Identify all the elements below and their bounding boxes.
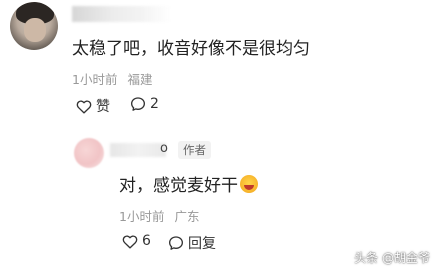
- comment-time: 1小时前: [72, 72, 118, 87]
- reply-text-line: 对，感觉麦好干: [119, 171, 258, 196]
- reply-location: 广东: [174, 209, 200, 224]
- heart-outline-icon: [76, 99, 92, 114]
- reply-like-count: 6: [142, 233, 151, 249]
- commenter-name-blurred[interactable]: [72, 6, 172, 22]
- commenter-avatar[interactable]: [10, 2, 58, 50]
- reply-meta: 1小时前 广东: [119, 206, 199, 225]
- watermark: 头条 @胡金爷: [354, 251, 430, 265]
- comment-location: 福建: [127, 72, 153, 87]
- heart-outline-icon: [122, 234, 138, 248]
- reply-text: 对，感觉麦好干: [119, 176, 238, 196]
- comment-text: 太稳了吧，收音好像不是很均匀: [72, 39, 310, 59]
- author-name-blurred[interactable]: [110, 143, 166, 157]
- reply-count: 2: [150, 96, 159, 112]
- reply-time: 1小时前: [119, 209, 165, 224]
- author-name-tail: o: [160, 141, 168, 156]
- speech-bubble-icon: [131, 97, 145, 111]
- reply-like-button[interactable]: 6: [122, 233, 151, 249]
- author-badge: 作者: [178, 141, 211, 159]
- reply-reply-button[interactable]: 回复: [168, 233, 216, 253]
- comment-reply-button[interactable]: 2: [130, 96, 159, 112]
- comment-meta: 1小时前 福建: [72, 69, 152, 88]
- avatar-face: [24, 18, 46, 42]
- comment-like-button[interactable]: 赞: [76, 96, 110, 116]
- like-label: 赞: [96, 99, 110, 115]
- author-avatar[interactable]: [74, 138, 104, 168]
- speech-bubble-icon: [169, 236, 183, 250]
- reply-label: 回复: [188, 236, 216, 252]
- crying-laughing-emoji-icon: [240, 174, 258, 193]
